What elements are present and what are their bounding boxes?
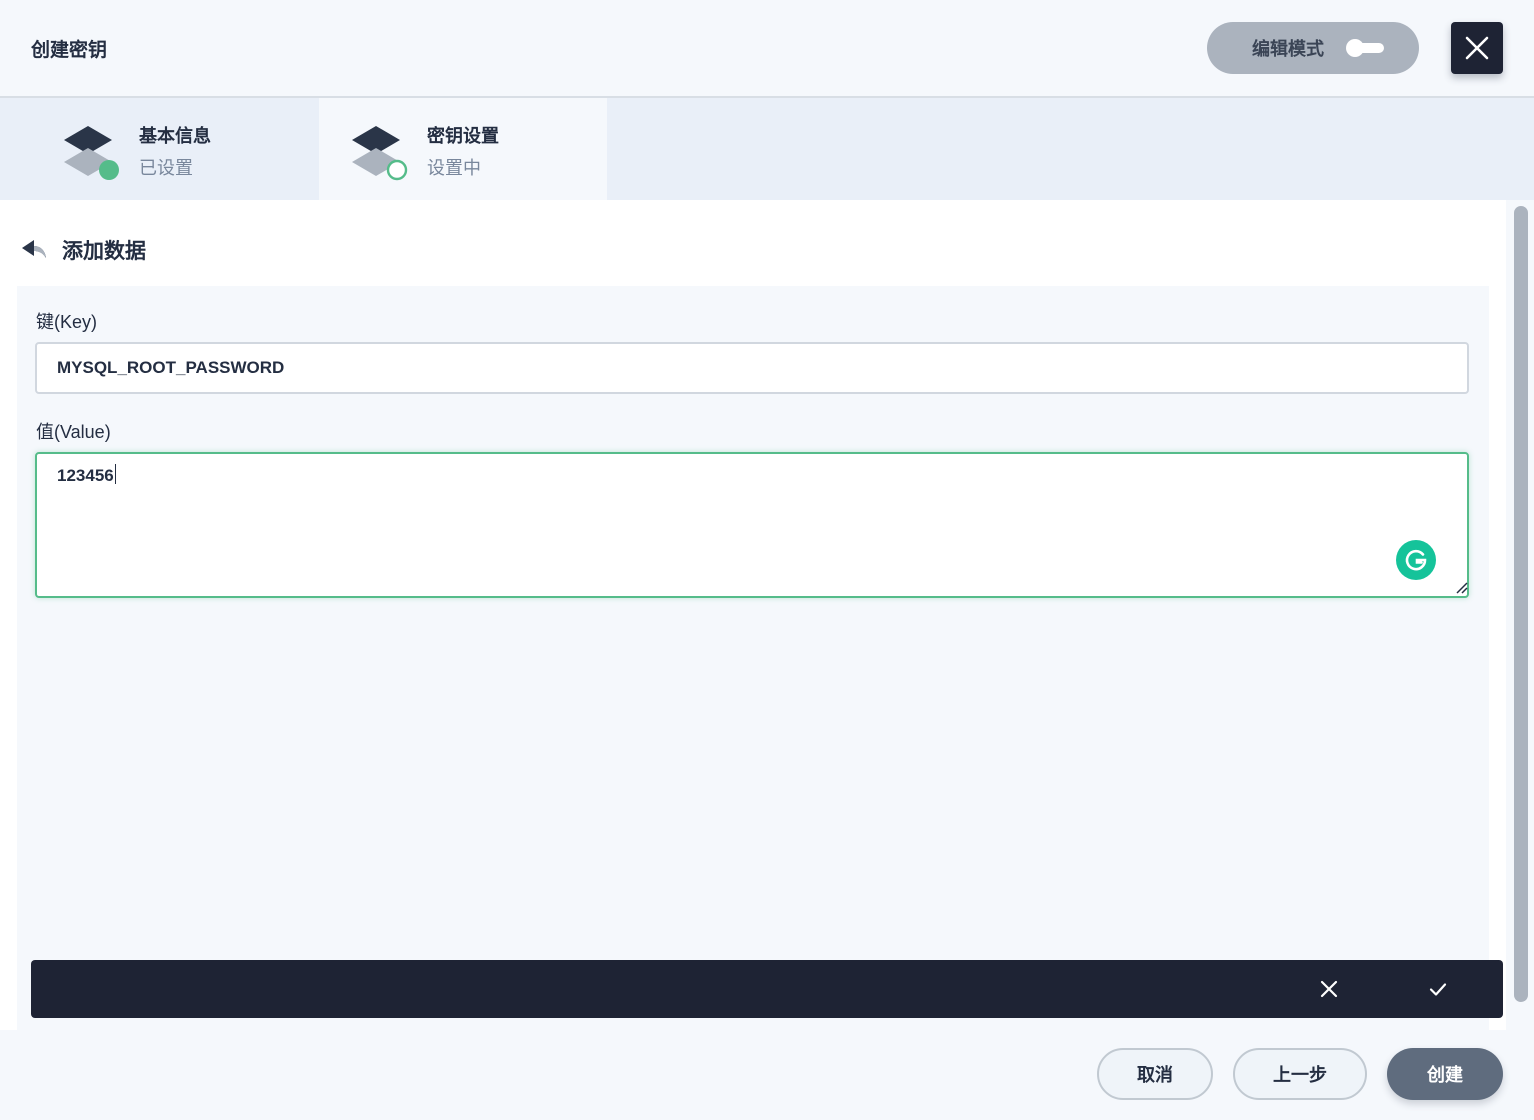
step-secret-settings[interactable]: 密钥设置 设置中 [319, 98, 607, 200]
back-row: 添加数据 [20, 236, 146, 264]
value-text: 123456 [57, 466, 114, 485]
step-status: 已设置 [139, 158, 193, 178]
scrollbar[interactable] [1507, 200, 1534, 1030]
grammarly-icon [1405, 549, 1427, 571]
text-caret [114, 464, 116, 484]
modal-footer: 取消 上一步 创建 [0, 1030, 1534, 1120]
toggle-knob [1346, 39, 1364, 57]
grammarly-button[interactable] [1396, 540, 1436, 580]
toggle-switch[interactable] [1346, 39, 1386, 57]
edit-mode-toggle[interactable]: 编辑模式 [1207, 22, 1419, 74]
step-name: 密钥设置 [427, 126, 499, 146]
close-button[interactable] [1451, 22, 1503, 74]
close-icon [1465, 36, 1489, 60]
resize-handle-icon[interactable] [1454, 580, 1468, 594]
layers-icon [64, 126, 119, 180]
step-status: 设置中 [427, 158, 481, 178]
steps-bar: 基本信息 已设置 密钥设置 设置中 [0, 98, 1534, 200]
layers-icon [352, 126, 408, 181]
scrollbar-thumb[interactable] [1514, 206, 1528, 1002]
key-label: 键(Key) [36, 312, 98, 332]
edit-action-bar [31, 960, 1503, 1018]
key-input[interactable]: MYSQL_ROOT_PASSWORD [35, 342, 1469, 394]
content-area: 添加数据 键(Key) MYSQL_ROOT_PASSWORD 值(Value)… [0, 200, 1506, 1030]
value-label: 值(Value) [36, 422, 111, 442]
previous-step-button[interactable]: 上一步 [1233, 1048, 1367, 1100]
check-icon[interactable] [1424, 975, 1452, 1003]
section-title: 添加数据 [62, 240, 146, 263]
back-arrow-icon[interactable] [20, 238, 48, 262]
step-basic-info[interactable]: 基本信息 已设置 [0, 98, 319, 200]
cancel-button[interactable]: 取消 [1097, 1048, 1213, 1100]
create-button[interactable]: 创建 [1387, 1048, 1503, 1100]
cancel-icon[interactable] [1315, 975, 1343, 1003]
modal-header: 创建密钥 编辑模式 [0, 0, 1534, 98]
step-name: 基本信息 [139, 126, 211, 146]
edit-mode-label: 编辑模式 [1252, 39, 1324, 59]
form-area: 键(Key) MYSQL_ROOT_PASSWORD 值(Value) 1234… [17, 286, 1489, 1030]
value-textarea[interactable]: 123456 [35, 452, 1469, 598]
modal-title: 创建密钥 [31, 40, 108, 61]
